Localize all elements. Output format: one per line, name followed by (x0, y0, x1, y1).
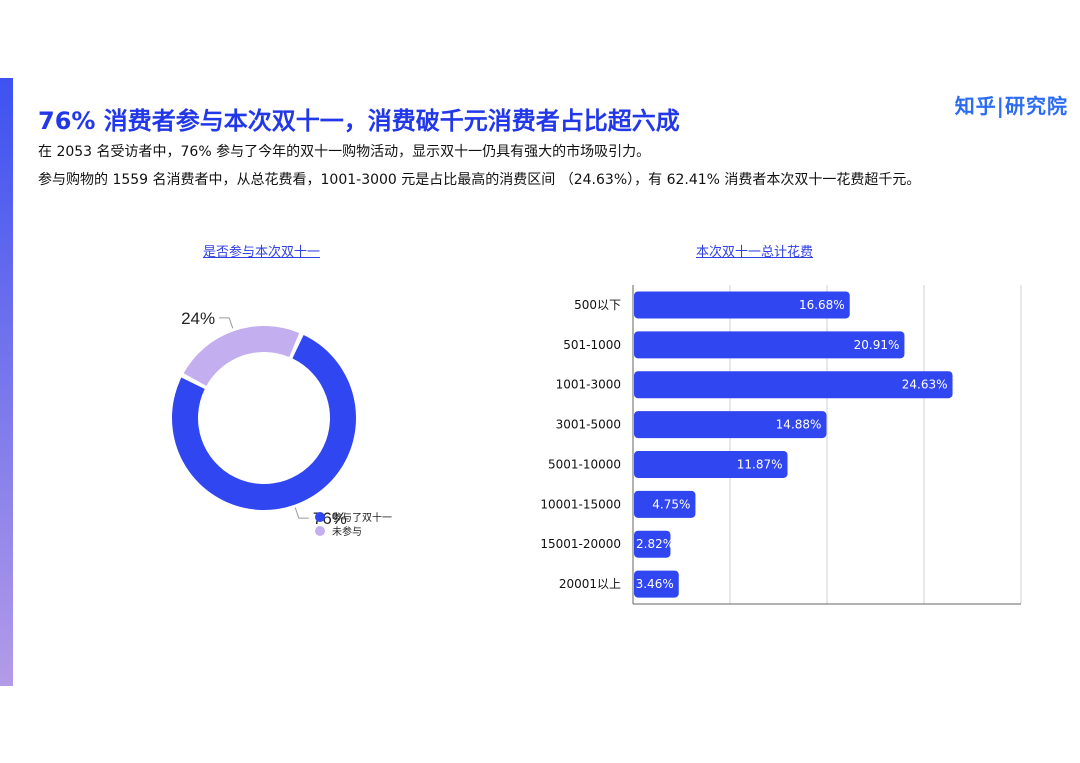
category-label: 15001-20000 (540, 537, 621, 551)
legend-marker (315, 526, 325, 536)
category-label: 1001-3000 (556, 378, 621, 392)
category-label: 501-1000 (563, 338, 621, 352)
legend-label: 未参与 (332, 525, 362, 538)
charts-canvas: 76%24%参与了双十一未参与500以下 16.68%501-1000 20.91%… (172, 285, 1022, 605)
donut-slice (183, 326, 300, 386)
bar-value-label: 16.68% (799, 298, 845, 312)
category-label: 20001以上 (559, 577, 621, 591)
donut-leader-line (219, 317, 234, 329)
bar-value-label: 14.88% (776, 418, 822, 432)
category-label: 5001-10000 (548, 457, 621, 471)
legend-label: 参与了双十一 (332, 511, 392, 524)
bar-value-label: 20.91% (854, 338, 900, 352)
legend-marker (315, 512, 325, 522)
donut-value-label: 24% (181, 309, 215, 328)
bar-value-label: 24.63% (902, 378, 948, 392)
donut-leader-line (294, 507, 309, 519)
bar-value-label: 4.75% (652, 497, 690, 511)
category-label: 3001-5000 (556, 418, 621, 432)
bar-value-label: 3.46% (636, 577, 674, 591)
bar-value-label: 2.82% (636, 537, 674, 551)
category-label: 500以下 (574, 298, 621, 312)
category-label: 10001-15000 (540, 497, 621, 511)
bar-value-label: 11.87% (737, 457, 783, 471)
